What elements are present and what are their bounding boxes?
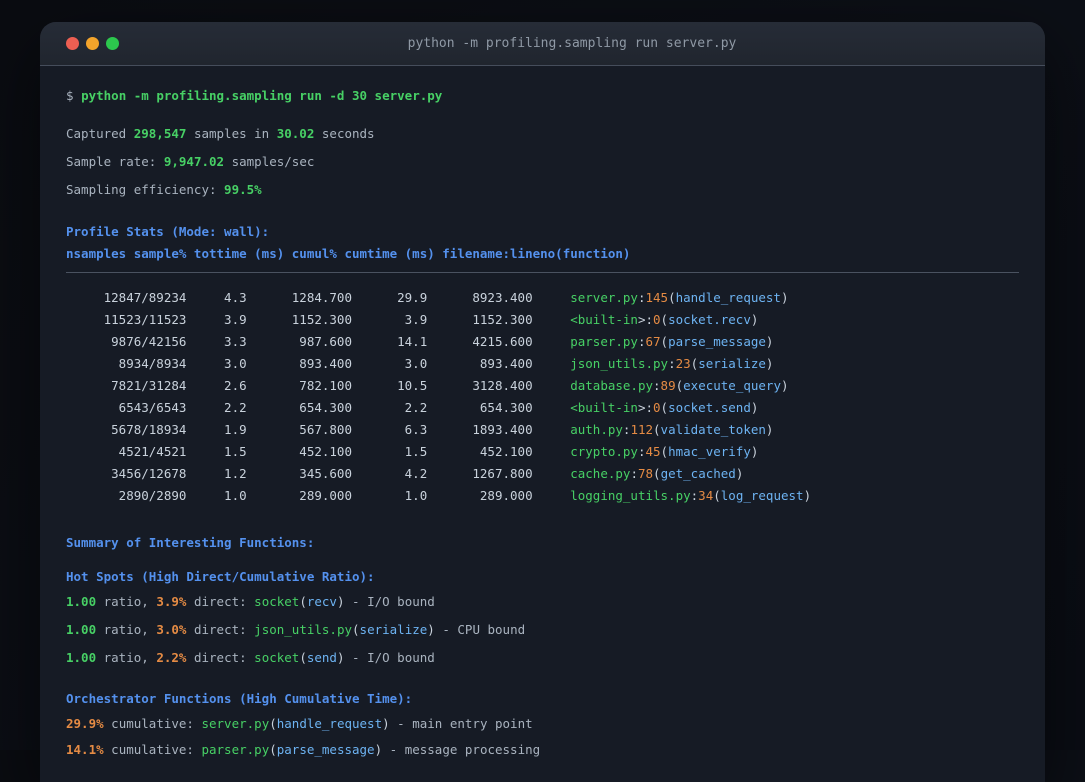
summary-heading: Summary of Interesting Functions: (66, 535, 315, 550)
zoom-button[interactable] (106, 37, 119, 50)
stats-row: 7821/31284 2.6 782.100 10.5 3128.400 dat… (66, 378, 789, 393)
stats-row: 9876/42156 3.3 987.600 14.1 4215.600 par… (66, 334, 774, 349)
hot-spot-line: 1.00 ratio, 3.9% direct: socket(recv) - … (66, 594, 435, 609)
stats-row: 11523/11523 3.9 1152.300 3.9 1152.300 <b… (66, 312, 759, 327)
table-divider (66, 272, 1019, 273)
stats-row: 4521/4521 1.5 452.100 1.5 452.100 crypto… (66, 444, 759, 459)
terminal-body: $ python -m profiling.sampling run -d 30… (40, 66, 1045, 761)
stats-row: 12847/89234 4.3 1284.700 29.9 8923.400 s… (66, 290, 789, 305)
terminal-window: python -m profiling.sampling run server.… (40, 22, 1045, 782)
profile-stats-heading: Profile Stats (Mode: wall): (66, 224, 270, 239)
stats-row: 3456/12678 1.2 345.600 4.2 1267.800 cach… (66, 466, 744, 481)
sampling-efficiency: Sampling efficiency: 99.5% (66, 182, 262, 197)
command-line: $ python -m profiling.sampling run -d 30… (66, 88, 443, 103)
orchestrator-heading: Orchestrator Functions (High Cumulative … (66, 691, 413, 706)
close-button[interactable] (66, 37, 79, 50)
hot-spot-line: 1.00 ratio, 2.2% direct: socket(send) - … (66, 650, 435, 665)
window-title: python -m profiling.sampling run server.… (407, 36, 737, 51)
window-titlebar[interactable]: python -m profiling.sampling run server.… (40, 22, 1045, 66)
hot-spots-heading: Hot Spots (High Direct/Cumulative Ratio)… (66, 569, 375, 584)
traffic-lights (66, 37, 119, 50)
sample-rate: Sample rate: 9,947.02 samples/sec (66, 154, 315, 169)
minimize-button[interactable] (86, 37, 99, 50)
hot-spot-line: 1.00 ratio, 3.0% direct: json_utils.py(s… (66, 622, 526, 637)
orchestrator-line: 29.9% cumulative: server.py(handle_reque… (66, 716, 533, 731)
orchestrator-line: 14.1% cumulative: parser.py(parse_messag… (66, 742, 541, 757)
stats-column-header: nsamples sample% tottime (ms) cumul% cum… (66, 246, 631, 261)
stats-row: 5678/18934 1.9 567.800 6.3 1893.400 auth… (66, 422, 774, 437)
captured-stats: Captured 298,547 samples in 30.02 second… (66, 126, 375, 141)
stats-row: 2890/2890 1.0 289.000 1.0 289.000 loggin… (66, 488, 812, 503)
stats-row: 6543/6543 2.2 654.300 2.2 654.300 <built… (66, 400, 759, 415)
stats-row: 8934/8934 3.0 893.400 3.0 893.400 json_u… (66, 356, 774, 371)
